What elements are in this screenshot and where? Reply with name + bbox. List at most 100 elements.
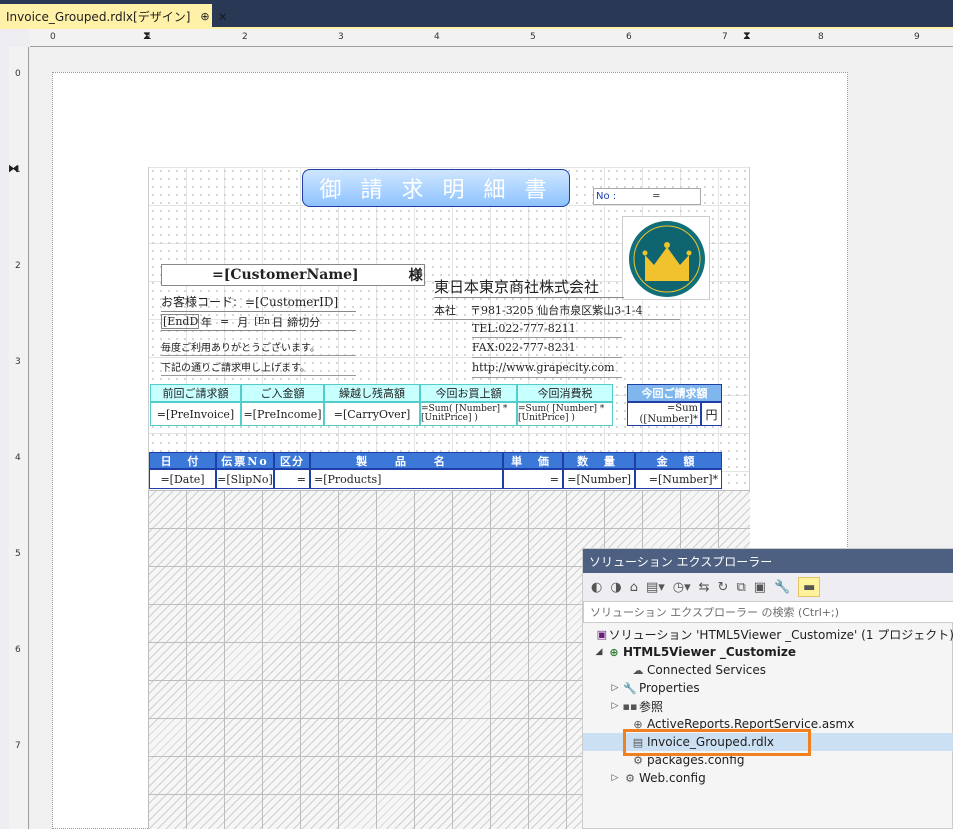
ruler-label: 0 <box>15 69 21 79</box>
detail-header[interactable]: 金 額 <box>635 452 722 469</box>
pending-changes-icon[interactable]: ◷▾ <box>673 580 691 595</box>
forward-icon[interactable]: ◑ <box>610 580 621 595</box>
detail-cell[interactable]: = <box>503 469 563 489</box>
report-title[interactable]: 御 請 求 明 細 書 <box>302 169 570 207</box>
detail-cell[interactable]: = <box>274 469 310 489</box>
month-label: 月 <box>237 315 249 329</box>
detail-cell[interactable]: =[Number] <box>563 469 635 489</box>
wrench-icon: 🔧 <box>623 681 637 695</box>
close-icon[interactable]: ✕ <box>218 10 228 24</box>
horizontal-ruler[interactable]: 0 1 2 3 4 5 6 7 8 9 ⧗ ⧗ <box>30 29 953 47</box>
ruler-label: 2 <box>15 261 21 271</box>
solution-search-input[interactable]: ソリューション エクスプローラー の検索 (Ctrl+;) <box>583 601 953 623</box>
end-day-field[interactable]: [En <box>254 317 270 327</box>
tree-item-web-config[interactable]: ▷ ⚙ Web.config <box>583 769 953 787</box>
right-margin-marker[interactable]: ⧗ <box>743 29 751 43</box>
left-margin-marker[interactable]: ⧗ <box>143 29 151 43</box>
collapsed-arrow-icon[interactable]: ▷ <box>609 683 621 693</box>
ruler-label: 4 <box>434 32 440 42</box>
company-logo[interactable] <box>622 216 710 300</box>
summary-value[interactable]: =[CarryOver] <box>324 402 420 426</box>
pin-icon[interactable]: ⊕ <box>200 10 209 23</box>
customer-code-label: お客様コード: <box>161 295 238 309</box>
summary-header[interactable]: 繰越し残高額 <box>324 384 420 402</box>
detail-cell[interactable]: =[SlipNo] <box>216 469 274 489</box>
head-office-label: 本社 <box>434 303 456 317</box>
tree-item-solution[interactable]: ▣ ソリューション 'HTML5Viewer _Customize' (1 プロ… <box>583 625 953 643</box>
tel[interactable]: TEL:022-777-8211 <box>472 320 622 338</box>
detail-header[interactable]: 日 付 <box>149 452 216 469</box>
detail-header[interactable]: 製 品 名 <box>310 452 503 469</box>
tree-item-label: Properties <box>639 681 700 695</box>
ruler-label: 3 <box>15 357 21 367</box>
solution-explorer-toolbar: ◐ ◑ ⌂ ▤▾ ◷▾ ⇆ ↻ ⧉ ▣ 🔧 ▬ <box>583 573 953 601</box>
expanded-arrow-icon[interactable]: ◢ <box>593 647 605 657</box>
ruler-label: 0 <box>50 32 56 42</box>
web-project-icon: ⊕ <box>609 645 619 659</box>
tab-title: Invoice_Grouped.rdlx[デザイン] <box>6 10 191 24</box>
home-icon[interactable]: ⌂ <box>630 580 638 595</box>
tree-item-references[interactable]: ▷ ▪▪ 参照 <box>583 697 953 715</box>
detail-header[interactable]: 数 量 <box>563 452 635 469</box>
summary-value[interactable]: =Sum( [Number] * [UnitPrice] ) <box>420 402 517 426</box>
year-label: 年 <box>201 315 212 329</box>
collapsed-arrow-icon[interactable]: ▷ <box>609 701 621 711</box>
total-header[interactable]: 今回ご請求額 <box>627 384 722 402</box>
closing-date-row[interactable]: [EndD 年 = 月 [En 日 締切分 <box>161 313 356 331</box>
fax[interactable]: FAX:022-777-8231 <box>472 338 622 358</box>
detail-header[interactable]: 単 価 <box>503 452 563 469</box>
summary-header[interactable]: 今回お買上額 <box>420 384 517 402</box>
show-all-files-icon[interactable]: ▣ <box>754 580 766 595</box>
top-margin-marker[interactable]: ⧓ <box>8 162 19 175</box>
collapsed-arrow-icon[interactable]: ▷ <box>609 773 621 783</box>
customer-code-row[interactable]: お客様コード: =[CustomerID] <box>161 292 356 312</box>
summary-value[interactable]: =[PreInvoice] <box>150 402 241 426</box>
request-text[interactable]: 下記の通りご請求申し上げます。 <box>161 357 356 376</box>
summary-header[interactable]: 今回消費税 <box>517 384 613 402</box>
total-value[interactable]: =Sum ([Number]* <box>627 402 701 426</box>
document-tab[interactable]: Invoice_Grouped.rdlx[デザイン] ⊕ ✕ <box>0 4 228 29</box>
tree-item-label: Connected Services <box>647 663 767 677</box>
ruler-label: 2 <box>242 32 248 42</box>
detail-cell[interactable]: =[Date] <box>149 469 216 489</box>
summary-header[interactable]: 前回ご請求額 <box>150 384 241 402</box>
detail-cell[interactable]: =[Products] <box>310 469 503 489</box>
detail-header[interactable]: 区分 <box>274 452 310 469</box>
detail-cell[interactable]: =[Number]* <box>635 469 722 489</box>
end-date-field[interactable]: [EndD <box>161 314 199 329</box>
ruler-label: 5 <box>530 32 536 42</box>
summary-value[interactable]: =[PreIncome] <box>241 402 324 426</box>
back-icon[interactable]: ◐ <box>591 580 602 595</box>
address-row[interactable]: 本社 〒981-3205 仙台市泉区紫山3-1-4 <box>434 300 680 320</box>
tree-item-connected-services[interactable]: ☁ Connected Services <box>583 661 953 679</box>
switch-views-icon[interactable]: ▤▾ <box>646 580 665 595</box>
ruler-corner <box>0 29 30 47</box>
ruler-label: 9 <box>914 32 920 42</box>
solution-explorer-title[interactable]: ソリューション エクスプローラー <box>583 549 953 573</box>
preview-toggle-icon[interactable]: ▬ <box>798 577 821 597</box>
ruler-label: 5 <box>15 549 21 559</box>
website-url[interactable]: http://www.grapecity.com <box>472 358 622 378</box>
tree-item-label: ソリューション 'HTML5Viewer _Customize' (1 プロジェ… <box>608 627 953 642</box>
summary-header[interactable]: ご入金額 <box>241 384 324 402</box>
customer-name-box[interactable]: =[CustomerName] 様 <box>161 264 425 286</box>
solution-explorer-panel: ソリューション エクスプローラー ◐ ◑ ⌂ ▤▾ ◷▾ ⇆ ↻ ⧉ ▣ 🔧 ▬… <box>582 548 953 829</box>
cloud-icon: ☁ <box>632 663 644 677</box>
summary-value[interactable]: =Sum( [Number] * [UnitPrice] ) <box>517 402 613 426</box>
ruler-label: 7 <box>15 741 21 751</box>
collapse-all-icon[interactable]: ⧉ <box>736 580 745 595</box>
company-name[interactable]: 東日本東京商社株式会社 <box>434 276 624 298</box>
thanks-text[interactable]: 毎度ご利用ありがとうございます。 <box>161 338 356 356</box>
invoice-number-box[interactable]: No : = <box>593 188 701 205</box>
properties-wrench-icon[interactable]: 🔧 <box>774 580 790 595</box>
yen-label[interactable]: 円 <box>701 402 722 426</box>
tree-item-project[interactable]: ◢ ⊕ HTML5Viewer _Customize <box>583 643 953 661</box>
total-value-line1: =Sum <box>666 403 698 414</box>
no-label: No : <box>596 191 617 202</box>
tree-item-properties[interactable]: ▷ 🔧 Properties <box>583 679 953 697</box>
customer-id: =[CustomerID] <box>245 294 339 309</box>
honorific: 様 <box>408 268 423 284</box>
refresh-icon[interactable]: ↻ <box>718 580 729 595</box>
detail-header[interactable]: 伝票No <box>216 452 274 469</box>
sync-icon[interactable]: ⇆ <box>699 580 710 595</box>
